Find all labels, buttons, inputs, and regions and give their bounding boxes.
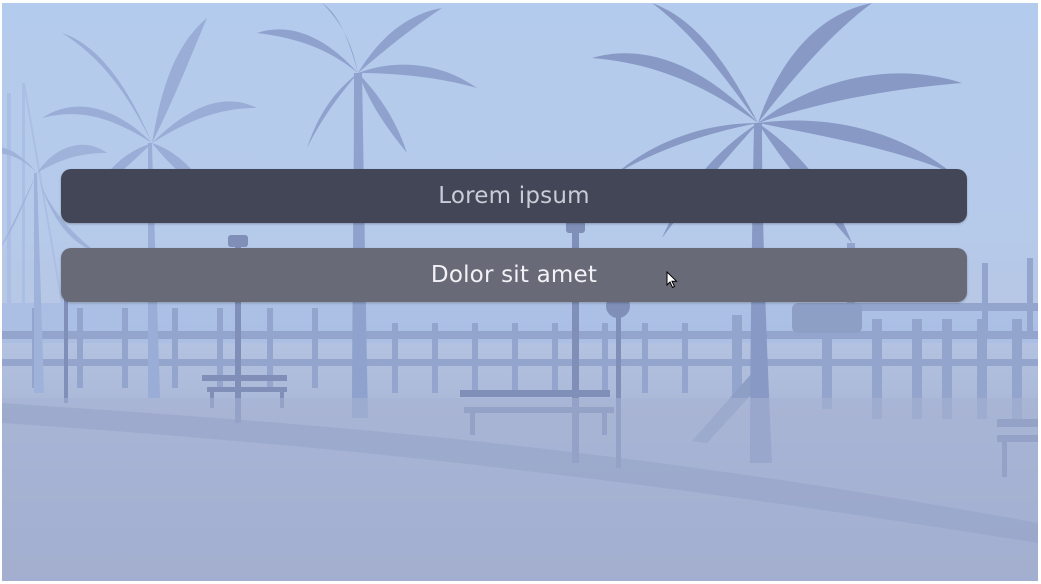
game-screen: Lorem ipsum Dolor sit amet (2, 3, 1038, 581)
mouse-pointer-icon (666, 271, 678, 289)
dolor-sit-amet-button[interactable]: Dolor sit amet (61, 248, 967, 302)
lorem-ipsum-button-label: Lorem ipsum (438, 183, 590, 209)
lorem-ipsum-button[interactable]: Lorem ipsum (61, 169, 967, 223)
dolor-sit-amet-button-label: Dolor sit amet (430, 262, 598, 288)
